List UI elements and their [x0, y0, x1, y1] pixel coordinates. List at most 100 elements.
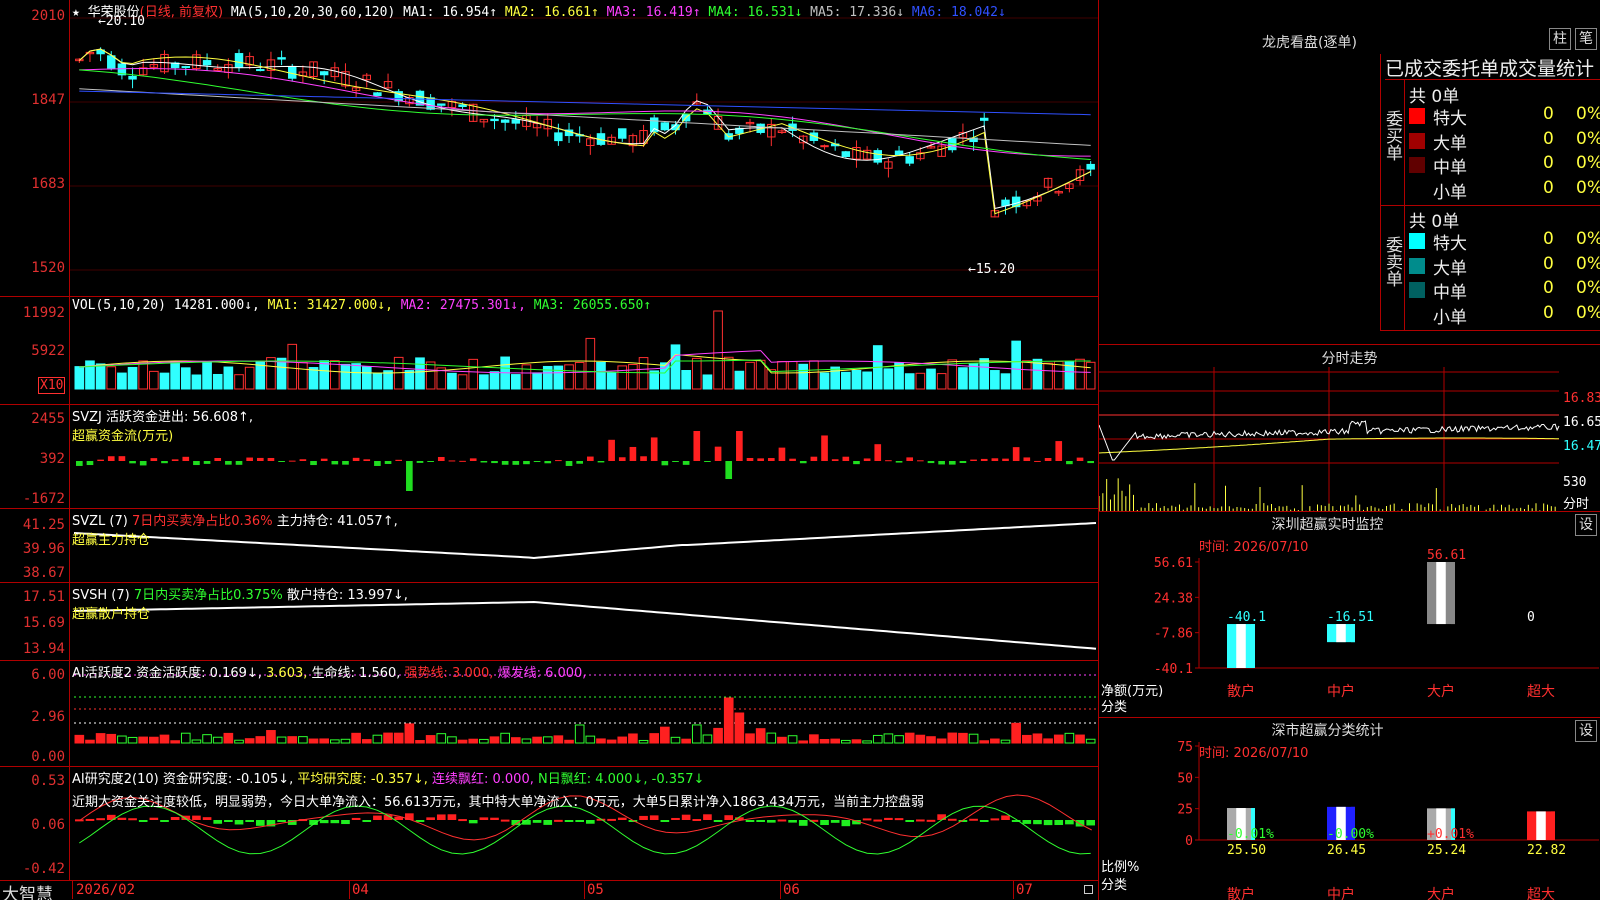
- kline-panel[interactable]: 2010 1847 1683 1520 ★ 华荣股份(日线, 前复权) MA(5…: [0, 0, 1098, 297]
- fund-flow-bar: [842, 456, 850, 461]
- research-bar: [255, 820, 265, 826]
- intraday-vol-unit: 分时: [1563, 497, 1590, 512]
- order-pct: 0%: [1576, 229, 1600, 249]
- fund-flow-bar: [810, 456, 818, 461]
- candle: [1086, 163, 1095, 170]
- fund-flow-bar: [1076, 457, 1084, 461]
- volume-bar: [117, 372, 127, 390]
- intraday-panel[interactable]: 分时走势 16.83 16.65 16.47 530 分时: [1099, 345, 1600, 512]
- research-bar: [564, 820, 574, 822]
- research-bar: [713, 820, 723, 822]
- volume-bar: [180, 367, 191, 390]
- category-bar: [1427, 562, 1455, 625]
- volume-bar: [127, 366, 138, 390]
- fund-flow-bar: [459, 460, 466, 462]
- bar-mode-button[interactable]: 柱: [1549, 28, 1571, 50]
- y-label: 75: [1177, 740, 1193, 755]
- research-bar: [149, 817, 159, 820]
- favorite-star-icon[interactable]: ★: [72, 5, 80, 20]
- candle: [618, 128, 627, 139]
- fund-flow-bar: [235, 461, 243, 465]
- sell-order-row: 特大 0 0%: [1409, 229, 1600, 254]
- volume-panel[interactable]: 11992 5922 X10 VOL(5,10,20) 14281.000↓, …: [0, 297, 1098, 405]
- fund-flow-bar: [1055, 441, 1063, 461]
- fund-flow-bar: [437, 456, 445, 461]
- candle: [841, 151, 851, 158]
- activity-bar: [159, 734, 170, 744]
- activity-bar: [149, 736, 159, 744]
- order-count: 0: [1543, 302, 1554, 323]
- research-bar: [554, 819, 563, 822]
- volume-bar: [95, 363, 106, 390]
- activity-bar: [447, 736, 457, 744]
- research-bar: [351, 817, 361, 820]
- activity-bar: [170, 740, 180, 744]
- research-bar: [479, 817, 489, 820]
- order-pct: 0%: [1576, 302, 1600, 323]
- fund-flow-bar: [331, 461, 339, 465]
- research-bar: [490, 817, 499, 820]
- buy-order-row: 特大 0 0%: [1409, 104, 1600, 129]
- volume-bar: [361, 366, 372, 390]
- activity-bar: [393, 732, 404, 744]
- candlestick-chart[interactable]: [0, 0, 1098, 297]
- activity-bar: [330, 739, 340, 744]
- activity-bar: [138, 736, 149, 744]
- ai-activity-panel[interactable]: 6.00 2.96 0.00 AI活跃度2 资金活跃度: 0.169↓, 3.6…: [0, 661, 1098, 767]
- volume-chart[interactable]: [0, 297, 1098, 405]
- volume-bar: [202, 361, 212, 390]
- volume-bar: [617, 365, 628, 390]
- svsh-panel[interactable]: 17.51 15.69 13.94 SVSH (7) 7日内买卖净占比0.375…: [0, 583, 1098, 661]
- ma2-value: MA2: 16.661↑: [497, 5, 599, 20]
- volume-bar: [532, 372, 542, 390]
- buy-orders-label: 委买单: [1382, 110, 1402, 161]
- volume-bar: [819, 372, 830, 390]
- candle: [490, 118, 499, 122]
- volume-bar: [468, 358, 479, 390]
- lock-icon[interactable]: [1084, 885, 1093, 894]
- svzj-panel[interactable]: 2455 392 -1672 SVZJ 活跃资金进出: 56.608↑, 超赢资…: [0, 405, 1098, 509]
- activity-bar: [798, 740, 809, 744]
- intraday-chart[interactable]: [1099, 345, 1600, 512]
- svzj-title: SVZJ 活跃资金进出: 56.608↑,: [72, 410, 254, 425]
- fund-flow-bar: [885, 460, 892, 462]
- svzl-panel[interactable]: 41.25 39.96 38.67 SVZL (7) 7日内买卖净占比0.36%…: [0, 509, 1098, 583]
- svsh-subtitle: 超赢散户持仓: [72, 607, 151, 622]
- fund-flow-bar: [139, 461, 147, 466]
- volume-bar: [1021, 360, 1032, 390]
- category-name: 超大: [1527, 684, 1555, 700]
- tick-mode-button[interactable]: 笔: [1575, 28, 1597, 50]
- fund-flow-bar: [587, 456, 594, 461]
- fund-flow-bar: [736, 431, 743, 461]
- svzj-header: SVZJ 活跃资金进出: 56.608↑, 超赢资金流(万元): [72, 406, 253, 444]
- volume-bar: [862, 371, 872, 390]
- period-mode[interactable]: (日线, 前复权): [140, 5, 223, 20]
- svzl-subtitle: 超赢主力持仓: [72, 533, 151, 548]
- ai-research-panel[interactable]: 0.53 0.06 -0.42 AI研究度2(10) 资金研究度: -0.105…: [0, 767, 1098, 880]
- volume-bar: [159, 372, 170, 390]
- activity-bar: [74, 734, 85, 744]
- activity-bar: [468, 738, 479, 744]
- monitor-panel: 深圳超赢实时监控 设 时间: 2026/07/10 56.61 24.38 -7.8…: [1099, 512, 1600, 718]
- color-swatch: [1409, 181, 1425, 198]
- fund-flow-bar: [906, 457, 914, 461]
- y-label: 56.61: [1154, 556, 1193, 571]
- fund-flow-bar: [469, 458, 477, 461]
- fund-flow-bar: [97, 459, 104, 461]
- volume-bar: [596, 361, 606, 390]
- activity-bar: [510, 737, 521, 744]
- fund-flow-bar: [320, 458, 328, 461]
- bar-value-label: 22.82: [1527, 843, 1566, 858]
- volume-bar: [990, 370, 1000, 390]
- fund-flow-bar: [363, 459, 371, 461]
- fund-flow-bar: [225, 461, 232, 465]
- activity-bar: [1064, 732, 1075, 744]
- intraday-price-label: 16.83: [1563, 391, 1600, 406]
- svsh-value: 散户持仓: 13.997↓,: [286, 588, 408, 603]
- activity-bar: [1053, 734, 1064, 744]
- color-swatch: [1409, 132, 1425, 149]
- activity-bar: [574, 724, 585, 744]
- activity-bar: [702, 734, 713, 744]
- research-bar: [436, 814, 446, 820]
- fund-flow-bar: [853, 461, 860, 465]
